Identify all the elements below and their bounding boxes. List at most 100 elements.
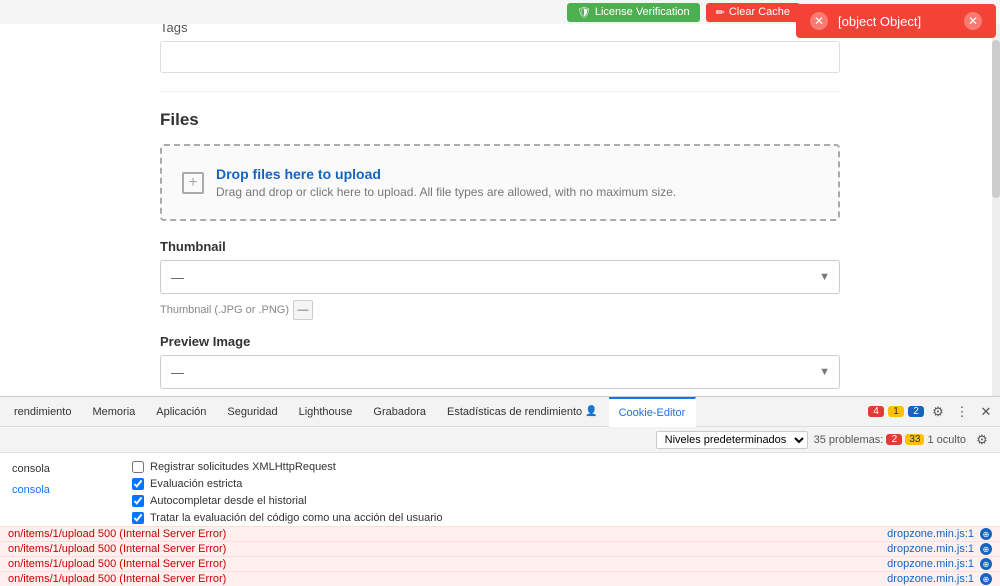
settings-gear-button[interactable]: ⚙ (928, 402, 948, 422)
error-circle-icon-4: ⊕ (980, 573, 992, 585)
devtools-panel: rendimiento Memoria Aplicación Seguridad… (0, 396, 1000, 586)
error-circle-icon-3: ⊕ (980, 558, 992, 570)
thumbnail-select-wrapper: — ▼ (160, 260, 840, 294)
close-x-icon: ✕ (968, 14, 978, 28)
tab-rendimiento[interactable]: rendimiento (4, 397, 82, 427)
close-devtools-button[interactable]: ✕ (976, 402, 996, 422)
dropzone-plus-icon: + (182, 172, 204, 194)
person-icon: 👤 (585, 406, 597, 417)
devtools-tab-actions: 4 1 2 ⚙ ⋮ ✕ (868, 402, 996, 422)
toast-message: [object Object] (838, 14, 921, 29)
checkbox-historial-label: Autocompletar desde el historial (150, 495, 307, 507)
shield-icon: 🛡 (577, 6, 591, 19)
tab-aplicacion-label: Aplicación (156, 406, 206, 418)
scrollbar-track (992, 0, 1000, 396)
checkbox-xmlhttp: Registrar solicitudes XMLHttpRequest (132, 461, 988, 473)
preview-image-field: Preview Image — ▼ Preview image (.JPG or… (160, 334, 840, 396)
error-link-1[interactable]: dropzone.min.js:1 (887, 528, 974, 540)
tab-memoria[interactable]: Memoria (82, 397, 146, 427)
thumbnail-label: Thumbnail (160, 239, 840, 254)
settings-nav-consola-2[interactable]: consola (12, 482, 112, 498)
error-text-1: on/items/1/upload 500 (Internal Server E… (8, 528, 887, 540)
tab-rendimiento-label: rendimiento (14, 406, 71, 418)
tab-cookie-editor[interactable]: Cookie-Editor (609, 397, 697, 427)
error-link-4[interactable]: dropzone.min.js:1 (887, 573, 974, 585)
toolbar-settings-button[interactable]: ⚙ (972, 430, 992, 450)
checkbox-accion: Tratar la evaluación del código como una… (132, 512, 988, 524)
error-right-2: dropzone.min.js:1 ⊕ (887, 543, 992, 555)
files-heading: Files (160, 110, 840, 130)
tab-estadisticas[interactable]: Estadísticas de rendimiento 👤 (437, 397, 609, 427)
thumbnail-field: Thumbnail — ▼ Thumbnail (.JPG or .PNG) — (160, 239, 840, 320)
warning-count-badge: 1 (888, 406, 904, 417)
checkbox-historial-input[interactable] (132, 495, 144, 507)
error-right-3: dropzone.min.js:1 ⊕ (887, 558, 992, 570)
checkbox-estricta-label: Evaluación estricta (150, 478, 242, 490)
checkbox-estricta: Evaluación estricta (132, 478, 988, 490)
error-circle-icon-2: ⊕ (980, 543, 992, 555)
checkbox-accion-label: Tratar la evaluación del código como una… (150, 512, 443, 524)
problems-badge: 35 problemas: 2 33 1 oculto (814, 434, 966, 446)
tab-memoria-label: Memoria (92, 406, 135, 418)
devtools-tabs: rendimiento Memoria Aplicación Seguridad… (0, 397, 1000, 427)
devtools-toolbar: Niveles predeterminados 35 problemas: 2 … (0, 427, 1000, 453)
tags-section: Tags (160, 20, 840, 73)
tab-lighthouse[interactable]: Lighthouse (289, 397, 364, 427)
settings-checkboxes: Registrar solicitudes XMLHttpRequest Eva… (132, 461, 988, 524)
tab-aplicacion[interactable]: Aplicación (146, 397, 217, 427)
eraser-icon: ✏ (716, 6, 725, 19)
table-row: on/items/1/upload 500 (Internal Server E… (0, 542, 1000, 557)
tab-cookie-editor-label: Cookie-Editor (619, 407, 686, 419)
preview-select-wrapper: — ▼ (160, 355, 840, 389)
clear-cache-button[interactable]: ✏ Clear Cache (706, 3, 800, 22)
dropzone[interactable]: + Drop files here to upload Drag and dro… (160, 144, 840, 221)
checkbox-estricta-input[interactable] (132, 478, 144, 490)
main-content: Tags Files + Drop files here to upload D… (0, 0, 1000, 396)
table-row: on/items/1/upload 500 (Internal Server E… (0, 572, 1000, 586)
error-right-4: dropzone.min.js:1 ⊕ (887, 573, 992, 585)
preview-select[interactable]: — (160, 355, 840, 389)
tab-estadisticas-label: Estadísticas de rendimiento (447, 406, 582, 418)
problems-red-badge: 2 (886, 434, 902, 445)
error-text-3: on/items/1/upload 500 (Internal Server E… (8, 558, 887, 570)
toast-dismiss-button[interactable]: ✕ (964, 12, 982, 30)
thumbnail-hint-button[interactable]: — (293, 300, 313, 320)
error-count-badge: 4 (868, 406, 884, 417)
thumbnail-hint: Thumbnail (.JPG or .PNG) — (160, 300, 840, 320)
files-section: Files + Drop files here to upload Drag a… (160, 110, 840, 396)
checkbox-historial: Autocompletar desde el historial (132, 495, 988, 507)
dropzone-title: Drop files here to upload (216, 166, 676, 182)
levels-select[interactable]: Niveles predeterminados (656, 431, 808, 449)
error-link-2[interactable]: dropzone.min.js:1 (887, 543, 974, 555)
tab-seguridad-label: Seguridad (227, 406, 277, 418)
tab-seguridad[interactable]: Seguridad (217, 397, 288, 427)
console-errors: on/items/1/upload 500 (Internal Server E… (0, 526, 1000, 586)
section-divider (160, 91, 840, 92)
info-count-badge: 2 (908, 406, 924, 417)
toast-close-circle[interactable]: ✕ (810, 12, 828, 30)
error-link-3[interactable]: dropzone.min.js:1 (887, 558, 974, 570)
dropzone-subtitle: Drag and drop or click here to upload. A… (216, 185, 676, 199)
scrollbar-thumb[interactable] (992, 40, 1000, 198)
toast-notification: ✕ [object Object] ✕ (796, 4, 996, 38)
devtools-settings: consola consola Registrar solicitudes XM… (0, 453, 1000, 526)
checkbox-accion-input[interactable] (132, 512, 144, 524)
more-options-button[interactable]: ⋮ (952, 402, 972, 422)
thumbnail-select[interactable]: — (160, 260, 840, 294)
license-verification-button[interactable]: 🛡 License Verification (567, 3, 700, 22)
error-right-1: dropzone.min.js:1 ⊕ (887, 528, 992, 540)
tab-grabadora[interactable]: Grabadora (363, 397, 437, 427)
error-circle-icon-1: ⊕ (980, 528, 992, 540)
close-icon: ✕ (814, 14, 824, 28)
error-text-4: on/items/1/upload 500 (Internal Server E… (8, 573, 887, 585)
settings-left-nav: consola consola (12, 461, 132, 498)
tags-input[interactable] (160, 41, 840, 73)
tab-lighthouse-label: Lighthouse (299, 406, 353, 418)
checkbox-xmlhttp-input[interactable] (132, 461, 144, 473)
table-row: on/items/1/upload 500 (Internal Server E… (0, 557, 1000, 572)
settings-nav-consola-1[interactable]: consola (12, 461, 112, 477)
dropzone-content: Drop files here to upload Drag and drop … (216, 166, 676, 199)
preview-image-label: Preview Image (160, 334, 840, 349)
error-text-2: on/items/1/upload 500 (Internal Server E… (8, 543, 887, 555)
checkbox-xmlhttp-label: Registrar solicitudes XMLHttpRequest (150, 461, 336, 473)
